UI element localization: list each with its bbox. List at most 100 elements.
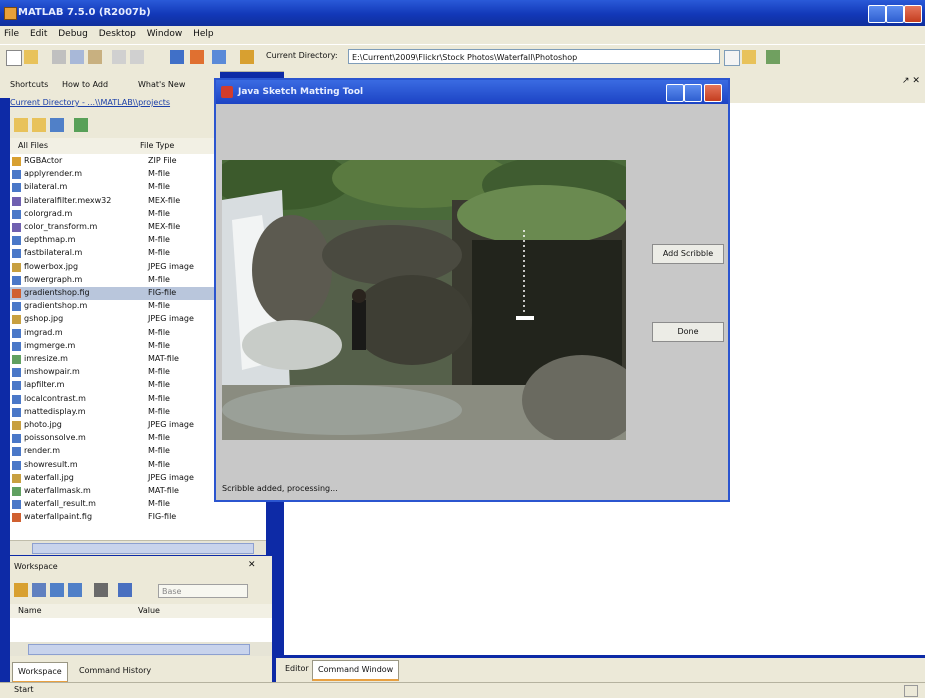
file-icon [12, 262, 21, 272]
col-all-files[interactable]: All Files [18, 141, 48, 150]
file-icon [12, 275, 21, 285]
undock-icon[interactable]: ↗ ✕ [902, 76, 920, 86]
tab-workspace[interactable]: Workspace [12, 662, 68, 683]
file-type: MEX-file [148, 222, 181, 231]
cut-icon[interactable] [52, 50, 66, 64]
open-folder-icon[interactable] [24, 50, 38, 64]
file-name: bilateral.m [24, 182, 68, 192]
find-files-icon[interactable] [50, 118, 64, 132]
file-name: RGBActor [24, 156, 63, 165]
file-type: M-file [148, 433, 170, 443]
waterfall-photo[interactable] [222, 160, 626, 440]
simulink-icon[interactable] [170, 50, 184, 64]
guide-icon[interactable] [190, 50, 204, 64]
add-scribble-button[interactable]: Add Scribble [652, 244, 724, 264]
undo-icon[interactable] [112, 50, 126, 64]
file-row[interactable]: waterfallpaint.fig FIG-file [10, 511, 266, 524]
col-name[interactable]: Name [18, 606, 42, 615]
file-name: waterfall_result.m [24, 499, 96, 509]
file-icon [12, 289, 21, 298]
file-icon [12, 487, 21, 496]
how-to-add-link[interactable]: How to Add [62, 80, 108, 89]
done-button[interactable]: Done [652, 322, 724, 342]
file-icon [12, 434, 21, 444]
up-folder-icon[interactable] [766, 50, 780, 64]
help-icon[interactable] [240, 50, 254, 64]
start-button[interactable]: Start [14, 685, 34, 694]
col-file-type[interactable]: File Type [140, 141, 174, 150]
file-name: fastbilateral.m [24, 248, 83, 258]
file-icon [12, 157, 21, 166]
file-type: M-file [148, 169, 170, 179]
current-directory-input[interactable]: E:\Current\2009\Flickr\Stock Photos\Wate… [348, 49, 720, 64]
stack-select[interactable]: Base [158, 584, 248, 598]
file-list-scrollbar[interactable] [10, 540, 266, 555]
menu-edit[interactable]: Edit [26, 26, 51, 39]
resize-grip [904, 685, 918, 697]
workspace-scrollbar[interactable] [10, 642, 272, 656]
directory-dropdown-icon[interactable] [724, 50, 740, 66]
file-type: M-file [148, 301, 170, 311]
file-type: M-file [148, 393, 170, 403]
ws-scroll-thumb[interactable] [28, 644, 250, 655]
file-type: M-file [148, 340, 170, 350]
whats-new-link[interactable]: What's New [138, 80, 185, 89]
file-name: imgmerge.m [24, 340, 76, 350]
file-icon [12, 183, 21, 193]
col-value[interactable]: Value [138, 606, 160, 615]
print-icon[interactable] [68, 583, 82, 597]
file-icon [12, 170, 21, 180]
save-workspace-icon[interactable] [50, 583, 64, 597]
workspace-title: Workspace [14, 562, 58, 571]
file-icon [12, 341, 21, 351]
new-folder-icon[interactable] [32, 118, 46, 132]
menu-help[interactable]: Help [189, 26, 218, 39]
file-name: poissonsolve.m [24, 433, 86, 443]
shortcuts-label[interactable]: Shortcuts [10, 80, 48, 89]
tab-command-history[interactable]: Command History [74, 662, 156, 680]
status-bar: Start [0, 682, 925, 698]
maximize-button[interactable] [886, 5, 904, 23]
new-file-icon[interactable] [6, 50, 22, 66]
right-panel-tabs: Editor Command Window [276, 658, 925, 682]
close-button[interactable] [904, 5, 922, 23]
file-name: render.m [24, 446, 60, 456]
dialog-maximize-button[interactable] [684, 84, 702, 102]
file-name: imresize.m [24, 354, 68, 363]
close-panel-icon[interactable]: ✕ [248, 560, 256, 570]
browse-folder-icon[interactable] [742, 50, 756, 64]
dialog-minimize-button[interactable] [666, 84, 684, 102]
plot-icon[interactable] [118, 583, 132, 597]
paste-icon[interactable] [88, 50, 102, 64]
file-icon [12, 328, 21, 338]
menu-file[interactable]: File [0, 26, 23, 39]
file-icon [12, 302, 21, 312]
workspace-toolbar: Base [10, 580, 272, 602]
copy-icon[interactable] [70, 50, 84, 64]
file-name: photo.jpg [24, 420, 62, 429]
file-name: colorgrad.m [24, 208, 73, 218]
refresh-icon[interactable] [74, 118, 88, 132]
folder-up-icon[interactable] [14, 118, 28, 132]
file-type: MEX-file [148, 195, 181, 205]
new-variable-icon[interactable] [14, 583, 28, 597]
delete-icon[interactable] [94, 583, 108, 597]
dialog-title: Java Sketch Matting Tool [238, 87, 364, 97]
file-name: waterfallmask.m [24, 486, 91, 495]
minimize-button[interactable] [868, 5, 886, 23]
tab-editor[interactable]: Editor [280, 660, 314, 678]
file-type: JPEG image [148, 314, 194, 324]
scroll-thumb[interactable] [32, 543, 254, 554]
dialog-close-button[interactable] [704, 84, 722, 102]
profiler-icon[interactable] [212, 50, 226, 64]
file-icon [12, 368, 21, 378]
file-type: FIG-file [148, 512, 177, 522]
menu-window[interactable]: Window [143, 26, 187, 39]
tab-command-window[interactable]: Command Window [312, 660, 400, 681]
redo-icon[interactable] [130, 50, 144, 64]
menu-desktop[interactable]: Desktop [95, 26, 140, 39]
file-name: flowergraph.m [24, 274, 83, 284]
import-data-icon[interactable] [32, 583, 46, 597]
main-titlebar: MATLAB 7.5.0 (R2007b) [0, 0, 925, 26]
menu-debug[interactable]: Debug [54, 26, 92, 39]
